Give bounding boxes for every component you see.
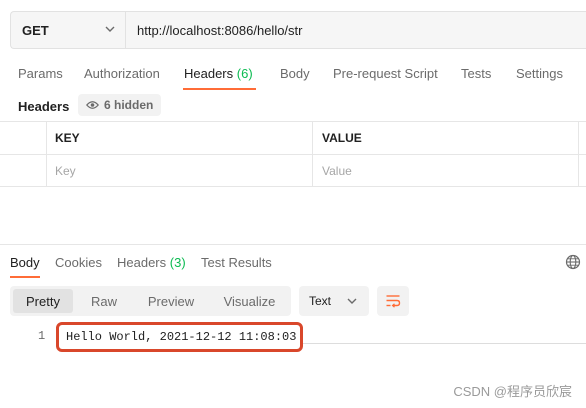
table-divider bbox=[46, 121, 47, 187]
column-header-key: KEY bbox=[55, 131, 80, 145]
chevron-down-icon bbox=[347, 298, 357, 304]
code-line-rule bbox=[302, 343, 586, 344]
tab-tests[interactable]: Tests bbox=[461, 66, 491, 81]
response-body-text: Hello World, 2021-12-12 11:08:03 bbox=[66, 330, 297, 344]
format-select[interactable]: Text bbox=[299, 286, 369, 316]
request-bar: GET http://localhost:8086/hello/str bbox=[10, 11, 586, 49]
table-row: Key Value bbox=[0, 154, 586, 187]
tab-pre-request-script-label: Pre-request Script bbox=[333, 66, 438, 81]
response-tab-body[interactable]: Body bbox=[10, 255, 40, 270]
view-mode-raw[interactable]: Raw bbox=[76, 289, 132, 313]
request-tabs: Params Authorization Headers (6) Body Pr… bbox=[0, 60, 586, 90]
tab-params[interactable]: Params bbox=[18, 66, 63, 81]
tab-headers[interactable]: Headers (6) bbox=[184, 66, 253, 81]
eye-icon bbox=[86, 101, 99, 109]
key-input[interactable]: Key bbox=[47, 155, 312, 186]
response-tab-headers-label: Headers bbox=[117, 255, 167, 270]
view-mode-visualize[interactable]: Visualize bbox=[210, 289, 289, 313]
tab-authorization[interactable]: Authorization bbox=[84, 66, 160, 81]
tab-pre-request-script[interactable]: Pre-request Script bbox=[333, 66, 438, 81]
line-number: 1 bbox=[38, 329, 46, 343]
method-label: GET bbox=[22, 22, 49, 38]
view-mode-pretty[interactable]: Pretty bbox=[13, 289, 73, 313]
url-text: http://localhost:8086/hello/str bbox=[137, 22, 303, 38]
response-tab-headers[interactable]: Headers (3) bbox=[117, 255, 186, 270]
watermark: CSDN @程序员欣宸 bbox=[453, 384, 572, 399]
headers-table: KEY VALUE Key Value bbox=[0, 121, 586, 187]
table-divider bbox=[312, 121, 313, 187]
response-tab-headers-count: (3) bbox=[169, 255, 186, 270]
column-header-value: VALUE bbox=[322, 131, 362, 145]
active-response-tab-indicator bbox=[10, 276, 40, 278]
tab-body-label: Body bbox=[280, 66, 310, 81]
active-tab-indicator bbox=[183, 88, 256, 90]
hidden-headers-toggle[interactable]: 6 hidden bbox=[78, 94, 162, 116]
response-divider bbox=[0, 244, 586, 245]
response-tab-cookies[interactable]: Cookies bbox=[55, 255, 102, 270]
tab-settings-label: Settings bbox=[516, 66, 563, 81]
tab-settings[interactable]: Settings bbox=[516, 66, 563, 81]
response-body-highlight: Hello World, 2021-12-12 11:08:03 bbox=[56, 322, 303, 352]
response-tab-test-results-label: Test Results bbox=[201, 255, 272, 270]
tab-params-label: Params bbox=[18, 66, 63, 81]
view-mode-preview[interactable]: Preview bbox=[134, 289, 208, 313]
hidden-headers-label: 6 hidden bbox=[104, 98, 154, 112]
table-header-row: KEY VALUE bbox=[0, 121, 586, 154]
view-mode-switch: Pretty Raw Preview Visualize bbox=[10, 286, 291, 316]
value-input[interactable]: Value bbox=[312, 155, 578, 186]
chevron-down-icon bbox=[105, 26, 115, 32]
wrap-lines-icon bbox=[386, 295, 401, 308]
response-tab-body-label: Body bbox=[10, 255, 40, 270]
headers-section-label: Headers bbox=[18, 99, 70, 114]
method-select[interactable]: GET bbox=[11, 12, 126, 48]
format-select-label: Text bbox=[309, 294, 332, 308]
url-input[interactable]: http://localhost:8086/hello/str bbox=[126, 12, 586, 48]
tab-body[interactable]: Body bbox=[280, 66, 310, 81]
response-tab-cookies-label: Cookies bbox=[55, 255, 102, 270]
tab-tests-label: Tests bbox=[461, 66, 492, 81]
tab-headers-label: Headers bbox=[184, 66, 234, 81]
tab-authorization-label: Authorization bbox=[84, 66, 160, 81]
globe-icon[interactable] bbox=[565, 254, 581, 270]
response-tab-test-results[interactable]: Test Results bbox=[201, 255, 272, 270]
table-divider bbox=[578, 121, 579, 187]
wrap-lines-button[interactable] bbox=[377, 286, 409, 316]
tab-headers-count: (6) bbox=[236, 66, 253, 81]
